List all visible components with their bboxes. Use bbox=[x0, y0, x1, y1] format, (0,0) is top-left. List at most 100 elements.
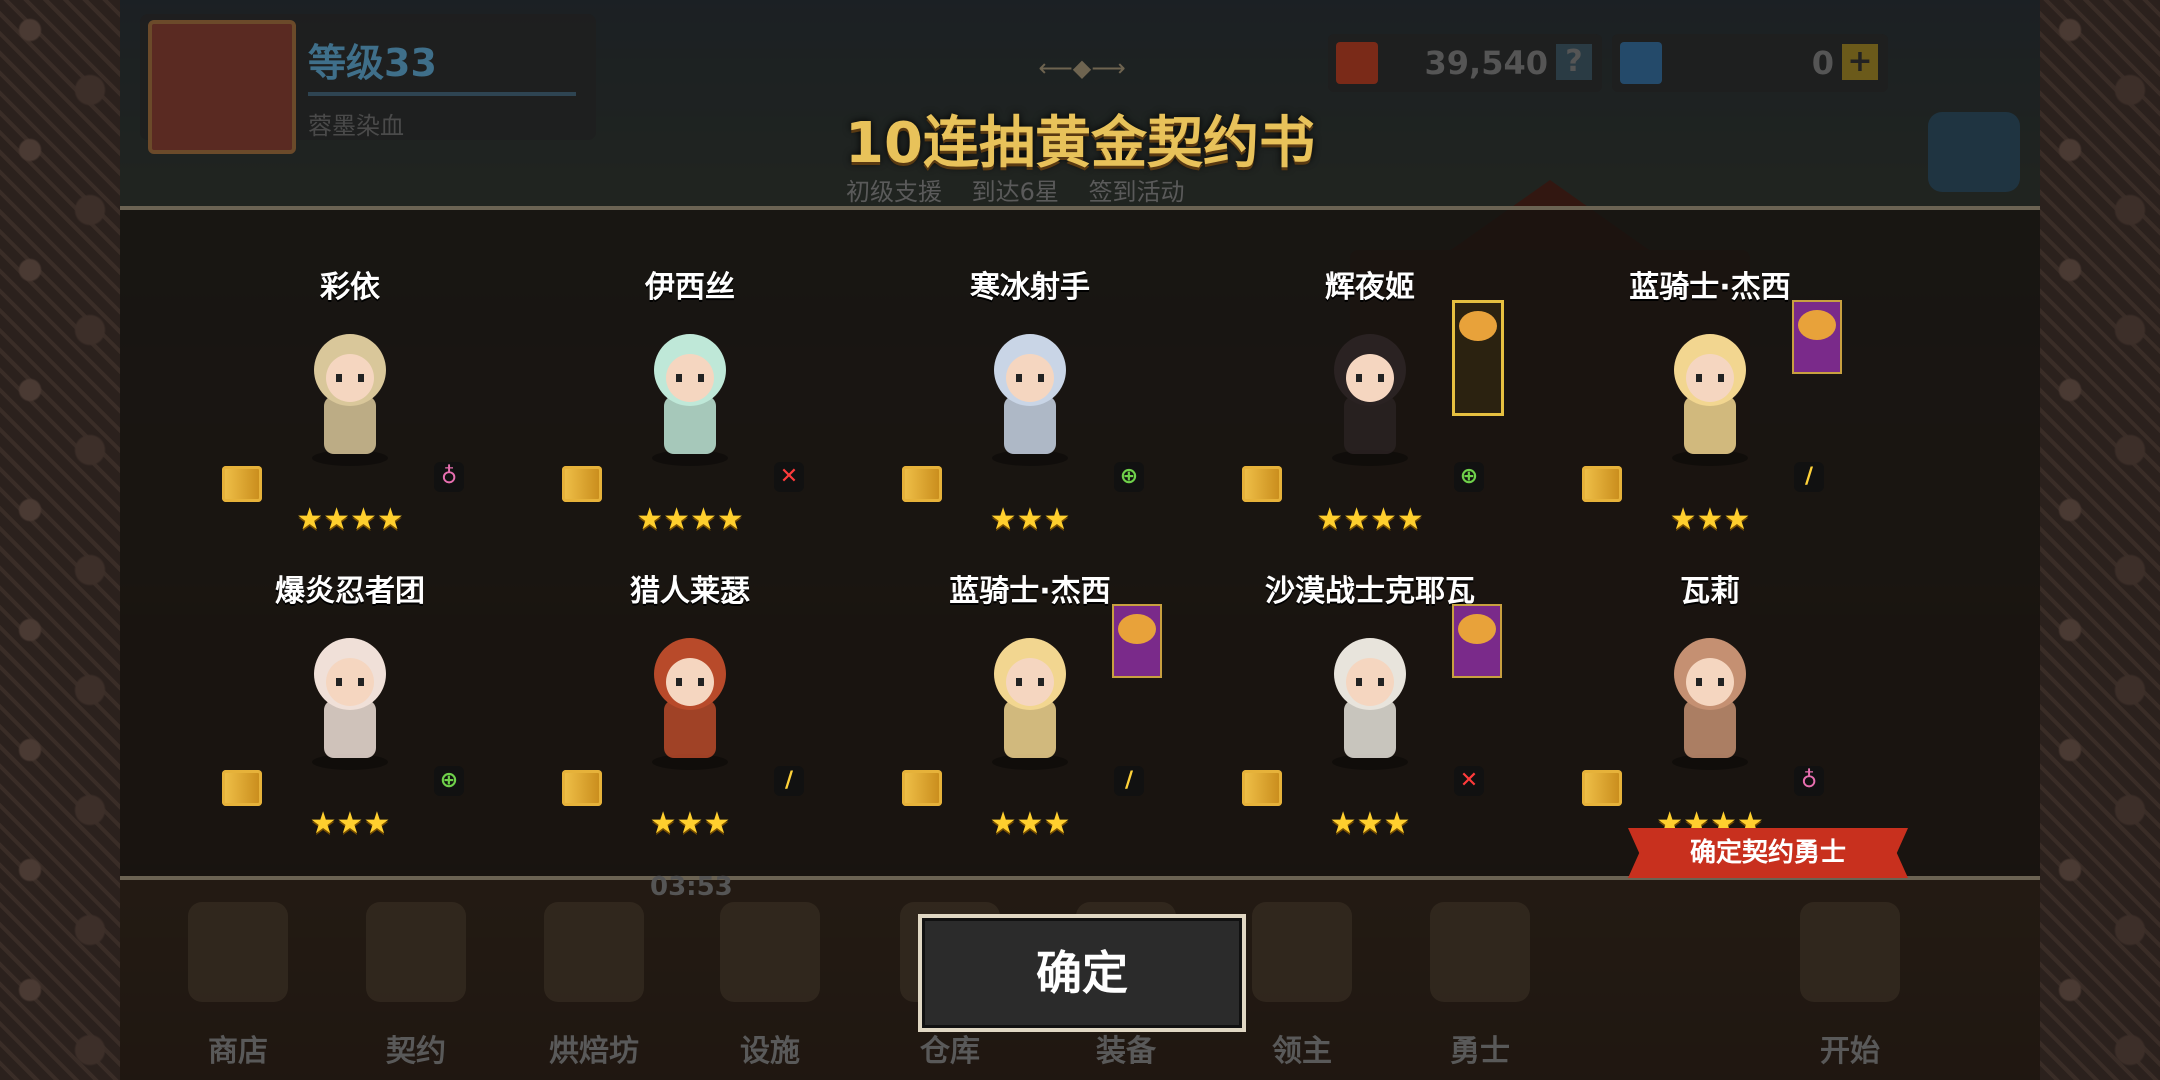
confirm-button[interactable]: 确定 bbox=[918, 914, 1246, 1032]
gold-counter: 39,540 ? bbox=[1328, 34, 1602, 92]
bread-icon bbox=[1458, 614, 1496, 644]
star-rating: ★★★ bbox=[520, 806, 860, 841]
subtitle-1: 初级支援 bbox=[846, 178, 942, 206]
contract-scroll-icon bbox=[1582, 770, 1622, 806]
nav-icon bbox=[188, 902, 288, 1002]
bread-icon bbox=[1118, 614, 1156, 644]
gem-counter: 0 + bbox=[1612, 34, 1888, 92]
nav-item: 设施 bbox=[700, 892, 840, 1072]
star-rating: ★★★ bbox=[180, 806, 520, 841]
gem-value: 0 bbox=[1811, 44, 1834, 82]
nav-item: 勇士 bbox=[1410, 892, 1550, 1072]
add-gem-icon: + bbox=[1842, 44, 1878, 80]
hero-portrait bbox=[1650, 622, 1770, 772]
hero-card[interactable]: 瓦莉 ♁ ★★★★ bbox=[1540, 514, 1880, 841]
nav-label: 仓库 bbox=[920, 1034, 980, 1069]
nav-label: 开始 bbox=[1820, 1034, 1880, 1069]
bread-icon bbox=[1459, 311, 1497, 341]
nav-item: 商店 bbox=[168, 892, 308, 1072]
hero-card[interactable]: 寒冰射手 ⊕ ★★★ bbox=[860, 210, 1200, 537]
nav-item: 契约 bbox=[346, 892, 486, 1072]
gold-value: 39,540 bbox=[1424, 44, 1548, 82]
title-ornament-icon: ⟵◆⟶ bbox=[1038, 54, 1126, 82]
contract-scroll-icon bbox=[222, 466, 262, 502]
nav-icon bbox=[1252, 902, 1352, 1002]
subtitle-3: 签到活动 bbox=[1088, 178, 1185, 206]
bread-icon bbox=[1798, 310, 1836, 340]
class-icon: / bbox=[1114, 766, 1144, 796]
hero-name: 寒冰射手 bbox=[970, 270, 1090, 305]
nav-label: 烘焙坊 bbox=[549, 1034, 639, 1069]
level-progress-bar bbox=[308, 92, 576, 96]
nav-label: 装备 bbox=[1096, 1034, 1156, 1069]
nav-label: 领主 bbox=[1272, 1034, 1332, 1069]
hero-portrait bbox=[630, 318, 750, 468]
hero-card[interactable]: 蓝骑士·杰西 / ★★★ bbox=[1540, 210, 1880, 537]
stars: ★★★ bbox=[989, 806, 1071, 841]
subtitle-row: 初级支援 到达6星 签到活动 bbox=[846, 172, 1207, 207]
class-icon: / bbox=[1794, 462, 1824, 492]
class-icon: ⊕ bbox=[434, 766, 464, 796]
hero-banner-icon bbox=[1792, 300, 1842, 374]
class-icon: ♁ bbox=[434, 462, 464, 492]
hero-card[interactable]: 彩依 ♁ ★★★★ bbox=[180, 210, 520, 537]
stars: ★★★ bbox=[649, 806, 731, 841]
contract-scroll-icon bbox=[562, 770, 602, 806]
class-icon: ✕ bbox=[774, 462, 804, 492]
hero-portrait bbox=[970, 622, 1090, 772]
player-level: 等级33 bbox=[308, 41, 437, 85]
gold-icon bbox=[1336, 42, 1378, 84]
hero-name: 瓦莉 bbox=[1680, 574, 1740, 609]
hero-card[interactable]: 沙漠战士克耶瓦 ✕ ★★★ bbox=[1200, 514, 1540, 841]
contract-scroll-icon bbox=[1242, 466, 1282, 502]
hero-portrait bbox=[1310, 318, 1430, 468]
nav-icon bbox=[1800, 902, 1900, 1002]
stars: ★★★ bbox=[309, 806, 391, 841]
confirm-contract-ribbon[interactable]: 确定契约勇士 bbox=[1628, 828, 1908, 878]
contract-scroll-icon bbox=[222, 770, 262, 806]
nav-item: 烘焙坊 bbox=[524, 892, 664, 1072]
hero-card[interactable]: 蓝骑士·杰西 / ★★★ bbox=[860, 514, 1200, 841]
gem-icon bbox=[1620, 42, 1662, 84]
hero-name: 爆炎忍者团 bbox=[275, 574, 425, 609]
contract-scroll-icon bbox=[1582, 466, 1622, 502]
subtitle-2: 到达6星 bbox=[971, 178, 1059, 206]
contract-scroll-icon bbox=[902, 770, 942, 806]
hero-name: 猎人莱瑟 bbox=[630, 574, 750, 609]
nav-icon bbox=[544, 902, 644, 1002]
hero-name: 彩依 bbox=[320, 270, 380, 305]
hero-banner-icon bbox=[1452, 604, 1502, 678]
hero-portrait bbox=[290, 318, 410, 468]
hero-banner-icon bbox=[1112, 604, 1162, 678]
hero-card[interactable]: 辉夜姬 ⊕ ★★★★ bbox=[1200, 210, 1540, 537]
hero-grid: 彩依 ♁ ★★★★ 伊西丝 ✕ ★★★★ 寒冰射手 ⊕ ★★★ 辉夜姬 ⊕ ★★★★ 蓝骑士·杰西 / ★★… bbox=[120, 210, 2040, 876]
class-icon: ⊕ bbox=[1454, 462, 1484, 492]
hero-portrait bbox=[290, 622, 410, 772]
star-rating: ★★★ bbox=[1200, 806, 1540, 841]
nav-label: 勇士 bbox=[1450, 1034, 1510, 1069]
star-rating: ★★★ bbox=[860, 806, 1200, 841]
hero-card[interactable]: 猎人莱瑟 / ★★★ bbox=[520, 514, 860, 841]
help-icon: ? bbox=[1556, 44, 1592, 80]
contract-scroll-icon bbox=[902, 466, 942, 502]
nav-label: 契约 bbox=[386, 1034, 446, 1069]
hero-portrait bbox=[630, 622, 750, 772]
hero-portrait bbox=[1650, 318, 1770, 468]
nav-icon bbox=[1430, 902, 1530, 1002]
class-icon: / bbox=[774, 766, 804, 796]
contract-scroll-icon bbox=[562, 466, 602, 502]
hero-portrait bbox=[1310, 622, 1430, 772]
class-icon: ⊕ bbox=[1114, 462, 1144, 492]
nav-icon bbox=[366, 902, 466, 1002]
nav-icon bbox=[720, 902, 820, 1002]
nav-label: 商店 bbox=[208, 1034, 268, 1069]
hero-card[interactable]: 伊西丝 ✕ ★★★★ bbox=[520, 210, 860, 537]
nav-item: 开始 bbox=[1780, 892, 1920, 1072]
contract-scroll-icon bbox=[1242, 770, 1282, 806]
nav-label: 设施 bbox=[740, 1034, 800, 1069]
hero-card[interactable]: 爆炎忍者团 ⊕ ★★★ bbox=[180, 514, 520, 841]
class-icon: ♁ bbox=[1794, 766, 1824, 796]
stars: ★★★ bbox=[1329, 806, 1411, 841]
hero-banner-icon bbox=[1452, 300, 1504, 416]
class-icon: ✕ bbox=[1454, 766, 1484, 796]
